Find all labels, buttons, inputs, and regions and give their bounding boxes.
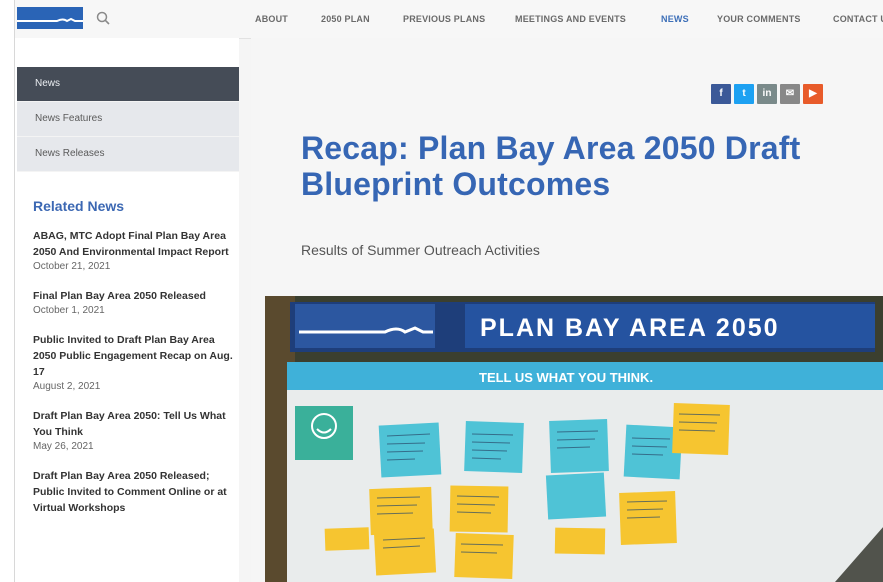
related-news-date: August 2, 2021: [33, 381, 101, 392]
sidebar-item-news-releases[interactable]: News Releases: [17, 137, 239, 172]
linkedin-icon[interactable]: in: [757, 84, 777, 104]
related-news-date: May 26, 2021: [33, 441, 94, 452]
list-item: Final Plan Bay Area 2050 Released Octobe…: [33, 288, 233, 318]
related-news-link[interactable]: ABAG, MTC Adopt Final Plan Bay Area 2050…: [33, 228, 233, 260]
list-item: Draft Plan Bay Area 2050 Released; Publi…: [33, 468, 233, 516]
sidebar-item-news[interactable]: News: [17, 67, 239, 102]
email-icon[interactable]: ✉: [780, 84, 800, 104]
related-news-link[interactable]: Public Invited to Draft Plan Bay Area 20…: [33, 332, 233, 380]
list-item: Draft Plan Bay Area 2050: Tell Us What Y…: [33, 408, 233, 454]
top-navigation: ABOUT 2050 PLAN PREVIOUS PLANS MEETINGS …: [15, 0, 883, 39]
main-content: f t in ✉ ▶ Recap: Plan Bay Area 2050 Dra…: [251, 38, 883, 582]
related-news-date: October 21, 2021: [33, 261, 111, 272]
related-news-link[interactable]: Final Plan Bay Area 2050 Released: [33, 288, 233, 304]
nav-item-previous-plans[interactable]: PREVIOUS PLANS: [403, 14, 515, 24]
related-news-heading: Related News: [33, 198, 125, 214]
related-news-date: October 1, 2021: [33, 305, 105, 316]
banner-text: PLAN BAY AREA 2050: [480, 314, 780, 342]
nav-item-meetings-events[interactable]: MEETINGS AND EVENTS: [515, 14, 661, 24]
youtube-icon[interactable]: ▶: [803, 84, 823, 104]
facebook-icon[interactable]: f: [711, 84, 731, 104]
board-header-text: TELL US WHAT YOU THINK.: [479, 370, 653, 385]
page-title: Recap: Plan Bay Area 2050 Draft Blueprin…: [301, 130, 801, 202]
sidebar-menu: News News Features News Releases: [17, 67, 239, 172]
nav-item-contact[interactable]: CONTACT U: [833, 14, 883, 24]
nav-item-about[interactable]: ABOUT: [255, 14, 321, 24]
list-item: ABAG, MTC Adopt Final Plan Bay Area 2050…: [33, 228, 233, 274]
share-buttons: f t in ✉ ▶: [711, 84, 823, 104]
nav-item-your-comments[interactable]: YOUR COMMENTS: [717, 14, 833, 24]
main-menu: ABOUT 2050 PLAN PREVIOUS PLANS MEETINGS …: [255, 0, 883, 38]
browser-frame: ABOUT 2050 PLAN PREVIOUS PLANS MEETINGS …: [14, 0, 883, 582]
hero-photo: PLAN BAY AREA 2050 TELL US WHAT YOU THIN…: [265, 296, 883, 582]
nav-item-2050-plan[interactable]: 2050 PLAN: [321, 14, 403, 24]
related-news: Related News ABAG, MTC Adopt Final Plan …: [33, 198, 233, 530]
related-news-link[interactable]: Draft Plan Bay Area 2050 Released; Publi…: [33, 468, 233, 516]
nav-item-news[interactable]: NEWS: [661, 14, 717, 24]
twitter-icon[interactable]: t: [734, 84, 754, 104]
list-item: Public Invited to Draft Plan Bay Area 20…: [33, 332, 233, 394]
search-icon[interactable]: [95, 10, 111, 26]
site-logo[interactable]: [17, 7, 83, 29]
sidebar: News News Features News Releases Related…: [15, 38, 239, 582]
page-subtitle: Results of Summer Outreach Activities: [301, 242, 540, 258]
sidebar-item-news-features[interactable]: News Features: [17, 102, 239, 137]
related-news-link[interactable]: Draft Plan Bay Area 2050: Tell Us What Y…: [33, 408, 233, 440]
